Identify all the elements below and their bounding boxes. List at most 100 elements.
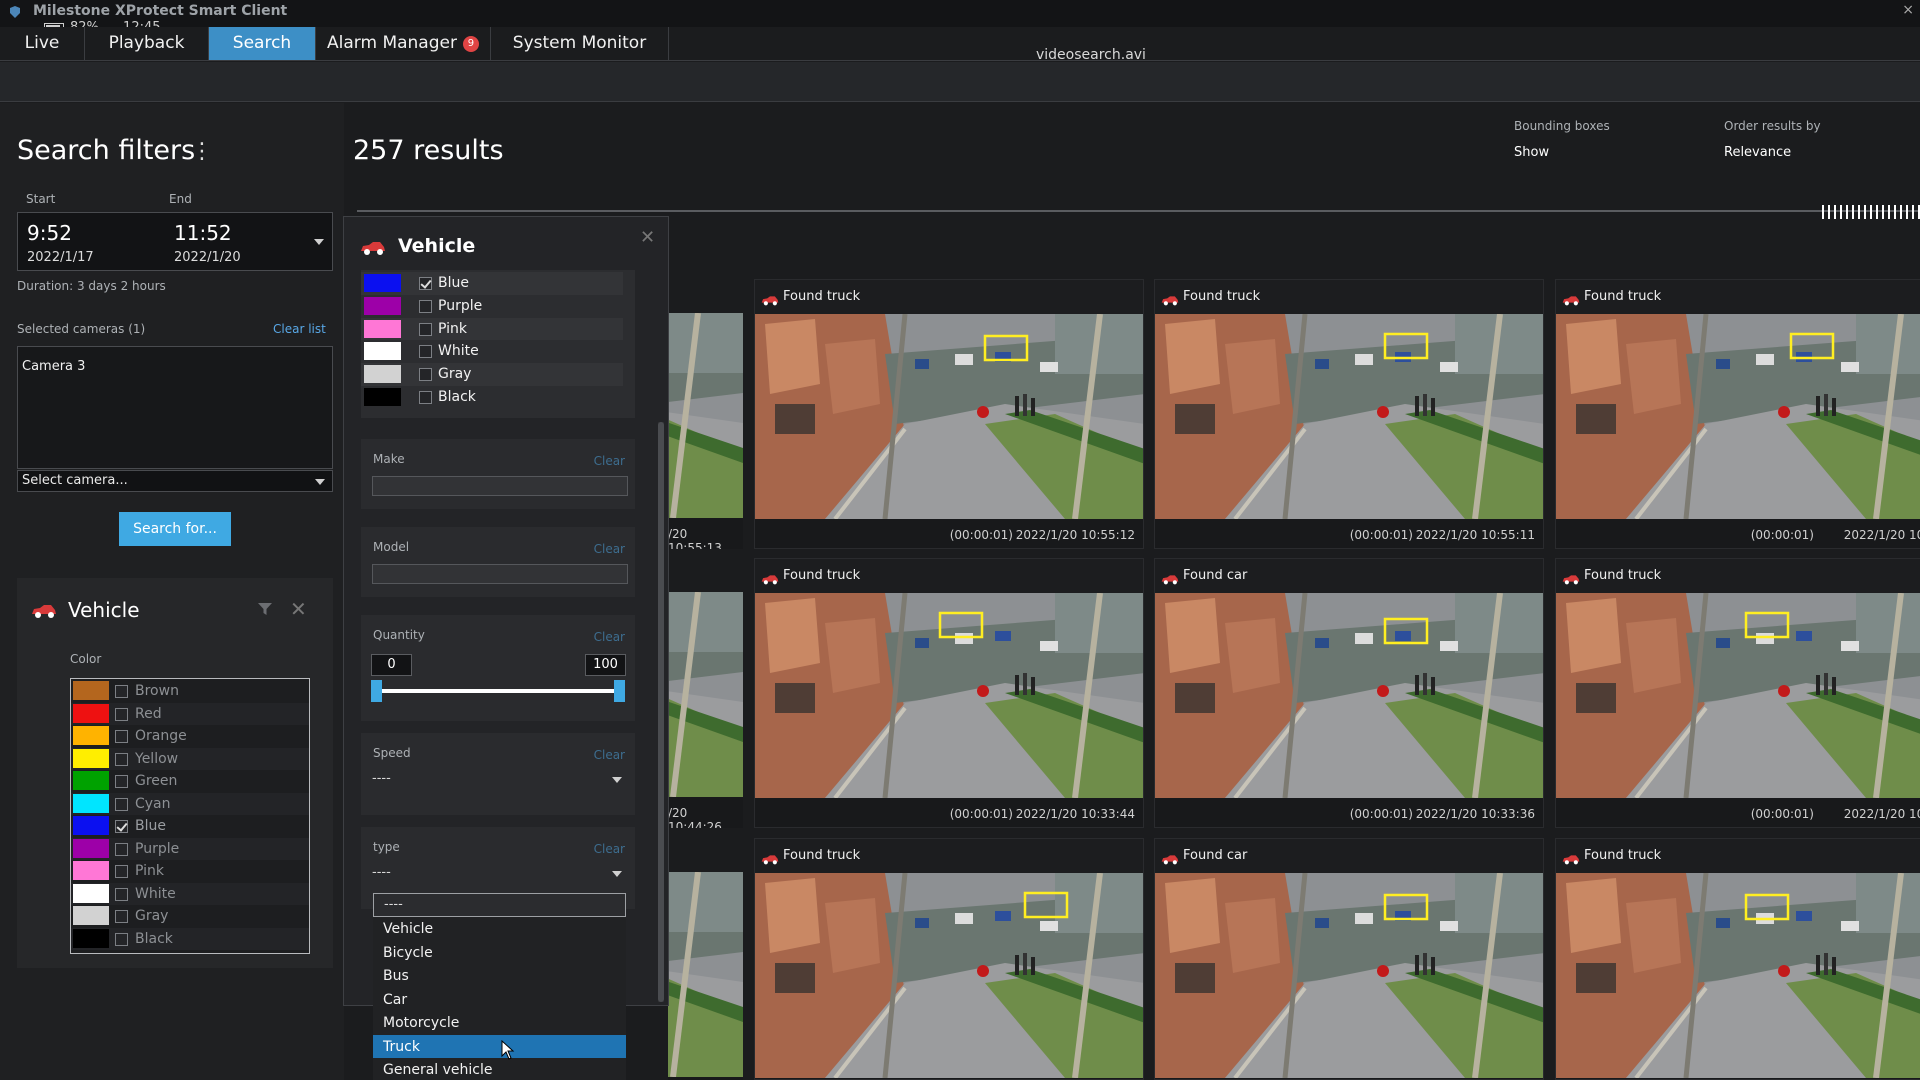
result-card-partial[interactable] (668, 872, 743, 1080)
type-option-motorcycle[interactable]: Motorcycle (373, 1011, 626, 1035)
date-range-picker[interactable]: 9:52 2022/1/17 11:52 2022/1/20 (17, 212, 333, 271)
color-option-yellow[interactable]: Yellow (71, 747, 309, 770)
result-card[interactable]: Found truck (00:00:01) 2022/1/20 10:4 (1555, 279, 1920, 549)
color-checkbox[interactable] (115, 707, 128, 721)
color-checkbox[interactable] (419, 299, 432, 313)
color-checkbox[interactable] (115, 797, 128, 811)
result-card-partial[interactable]: /20 10:44:26 (668, 592, 743, 828)
result-card-footer: (00:00:01) 2022/1/20 10:55:12 (755, 522, 1143, 546)
color-checkbox[interactable] (419, 322, 432, 336)
color-checkbox[interactable] (115, 820, 128, 833)
timeline-ticks[interactable] (1822, 205, 1920, 219)
color-option-orange[interactable]: Orange (71, 725, 309, 748)
tab-playback[interactable]: Playback (85, 27, 209, 60)
color-option-black[interactable]: Black (71, 927, 309, 950)
popup-color-option-blue[interactable]: Blue (361, 272, 623, 295)
search-button[interactable]: Search for... (119, 512, 231, 546)
more-options-icon[interactable]: ⋮ (191, 139, 213, 164)
color-checkbox[interactable] (115, 775, 128, 788)
type-option-bus[interactable]: Bus (373, 964, 626, 988)
color-checkbox[interactable] (115, 865, 128, 878)
result-card[interactable]: Found car (1154, 838, 1544, 1080)
speed-clear-link[interactable]: Clear (594, 748, 625, 762)
color-option-cyan[interactable]: Cyan (71, 792, 309, 815)
result-card[interactable]: Found car (00:00:01) 2022/1/20 10:33:36 (1154, 558, 1544, 828)
color-option-white[interactable]: White (71, 882, 309, 905)
color-checkbox[interactable] (115, 910, 128, 923)
color-checkbox[interactable] (115, 842, 128, 856)
color-label: Purple (438, 297, 483, 314)
result-card-partial[interactable]: /20 10:55:13 (668, 313, 743, 549)
color-swatch (73, 906, 109, 925)
quantity-max-handle[interactable] (614, 680, 625, 702)
result-card[interactable]: Found truck (1555, 838, 1920, 1080)
clear-list-link[interactable]: Clear list (273, 322, 326, 336)
tab-alarm-manager[interactable]: Alarm Manager 9 (316, 27, 491, 60)
result-card[interactable]: Found truck (00:00:01) 2022/1/20 10:2 (1555, 558, 1920, 828)
color-checkbox[interactable] (115, 887, 128, 901)
color-checkbox[interactable] (115, 730, 128, 743)
color-option-blue[interactable]: Blue (71, 815, 309, 838)
color-checkbox[interactable] (419, 391, 432, 404)
popup-close-icon[interactable]: ✕ (640, 227, 655, 248)
popup-color-option-purple[interactable]: Purple (361, 295, 623, 318)
type-option-empty[interactable]: ---- (373, 893, 626, 917)
color-checkbox[interactable] (115, 932, 128, 946)
result-card[interactable]: Found truck (00:00:01) 2022/1/20 10:55:11 (1154, 279, 1544, 549)
bounding-boxes-toggle[interactable]: Show (1514, 145, 1549, 160)
close-icon[interactable]: ✕ (290, 597, 307, 621)
window-close-icon[interactable]: × (1902, 2, 1914, 18)
color-option-gray[interactable]: Gray (71, 905, 309, 928)
video-name: videosearch.avi (1036, 47, 1146, 63)
video-thumbnail-image (668, 872, 743, 1078)
filter-icon[interactable] (257, 602, 273, 616)
type-option-bicycle[interactable]: Bicycle (373, 940, 626, 965)
color-checkbox[interactable] (419, 368, 432, 382)
make-input[interactable] (372, 476, 628, 496)
camera-item[interactable]: Camera 3 (22, 359, 85, 374)
tab-system-monitor[interactable]: System Monitor (491, 27, 669, 60)
type-option-general-vehicle[interactable]: General vehicle (373, 1058, 626, 1080)
select-camera-dropdown[interactable]: Select camera... (17, 470, 333, 492)
quantity-min-input[interactable]: 0 (371, 654, 412, 676)
color-option-purple[interactable]: Purple (71, 837, 309, 860)
quantity-slider-track[interactable] (379, 689, 615, 693)
result-card-header: Found truck (1556, 559, 1920, 593)
quantity-clear-link[interactable]: Clear (594, 630, 625, 644)
type-value: ---- (372, 865, 391, 880)
type-option-car[interactable]: Car (373, 987, 626, 1012)
color-checkbox[interactable] (419, 345, 432, 359)
type-dropdown[interactable]: ---- (372, 861, 628, 885)
make-clear-link[interactable]: Clear (594, 454, 625, 468)
color-checkbox[interactable] (115, 685, 128, 698)
color-label: Blue (135, 818, 166, 834)
popup-color-option-black[interactable]: Black (361, 386, 623, 409)
model-input[interactable] (372, 564, 628, 584)
result-card[interactable]: Found truck (754, 838, 1144, 1080)
color-option-green[interactable]: Green (71, 770, 309, 793)
color-label: Black (135, 930, 173, 947)
color-checkbox[interactable] (419, 277, 432, 290)
type-option-vehicle[interactable]: Vehicle (373, 917, 626, 941)
result-card[interactable]: Found truck (00:00:01) 2022/1/20 10:33:44 (754, 558, 1144, 828)
result-card[interactable]: Found truck (00:00:01) 2022/1/20 10:55:12 (754, 279, 1144, 549)
popup-color-option-pink[interactable]: Pink (361, 317, 623, 341)
model-clear-link[interactable]: Clear (594, 542, 625, 556)
tab-live[interactable]: Live (0, 27, 85, 60)
color-checkbox[interactable] (115, 752, 128, 766)
speed-dropdown[interactable]: ---- (372, 767, 628, 791)
order-results-dropdown[interactable]: Relevance (1724, 145, 1791, 160)
color-option-pink[interactable]: Pink (71, 860, 309, 883)
tab-search[interactable]: Search (209, 27, 316, 60)
popup-color-option-white[interactable]: White (361, 340, 623, 363)
type-clear-link[interactable]: Clear (594, 842, 625, 856)
popup-scrollbar-thumb[interactable] (658, 422, 664, 1002)
color-option-red[interactable]: Red (71, 702, 309, 725)
popup-color-option-gray[interactable]: Gray (361, 363, 623, 386)
quantity-min-handle[interactable] (371, 680, 382, 702)
color-option-brown[interactable]: Brown (71, 680, 309, 703)
type-dropdown-list: ---- Vehicle Bicycle Bus Car Motorcycle Truck… (373, 893, 626, 1080)
quantity-max-input[interactable]: 100 (585, 654, 626, 676)
type-option-truck[interactable]: Truck (373, 1034, 626, 1059)
car-icon (761, 570, 779, 585)
